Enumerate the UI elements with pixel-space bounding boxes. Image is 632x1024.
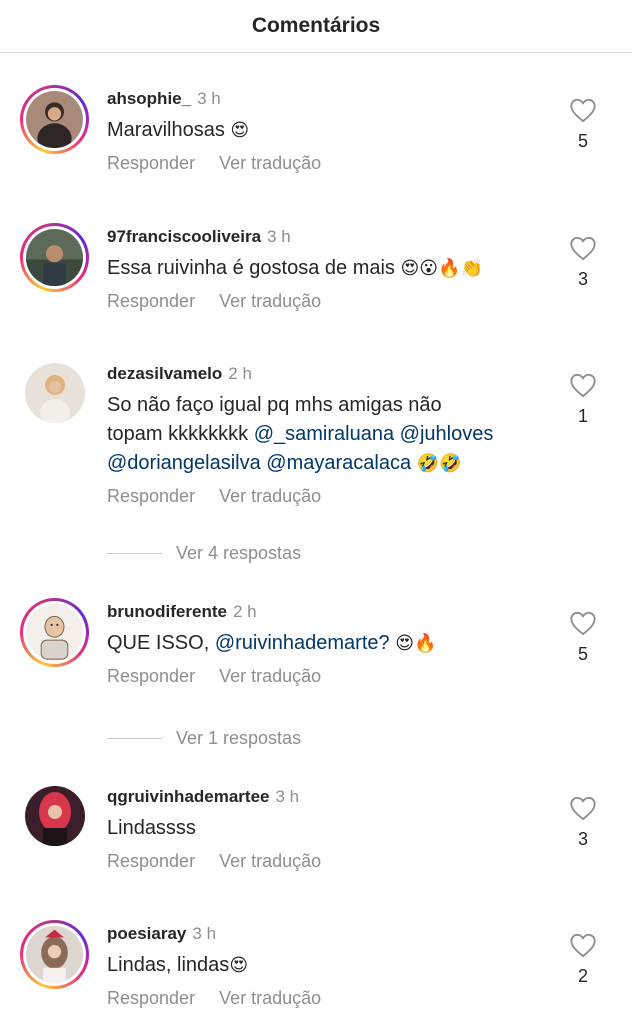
avatar[interactable] <box>20 781 89 850</box>
comment-username[interactable]: ahsophie_ <box>107 89 191 108</box>
avatar[interactable] <box>20 85 89 154</box>
like-count: 5 <box>577 644 588 664</box>
comment-username[interactable]: qgruivinhademartee <box>107 787 270 806</box>
comments-header: Comentários <box>0 0 632 53</box>
like-button[interactable]: 1 <box>568 372 598 427</box>
comment-username[interactable]: poesiaray <box>107 924 186 943</box>
like-button[interactable]: 5 <box>568 97 598 152</box>
translate-button[interactable]: Ver tradução <box>219 988 321 1008</box>
like-button[interactable]: 3 <box>568 235 598 290</box>
mention-link[interactable]: @_samiraluana <box>254 423 394 445</box>
heart-outline-icon <box>570 796 596 821</box>
avatar-image <box>24 362 85 423</box>
like-button[interactable]: 3 <box>568 795 598 850</box>
translate-button[interactable]: Ver tradução <box>219 666 321 686</box>
heart-outline-icon <box>570 98 596 123</box>
view-replies-button[interactable]: Ver 4 respostas <box>107 543 301 564</box>
translate-button[interactable]: Ver tradução <box>219 486 321 506</box>
heart-outline-icon <box>570 373 596 398</box>
heart-outline-icon <box>570 236 596 261</box>
comment-text: Lindas, lindas😍 <box>107 954 249 976</box>
avatar-image <box>24 785 85 846</box>
like-button[interactable]: 5 <box>568 610 598 665</box>
like-count: 3 <box>577 829 588 849</box>
replies-divider <box>107 738 162 739</box>
comment-text: Maravilhosas 😍 <box>107 119 250 141</box>
mention-link[interactable]: @juhloves <box>400 423 494 445</box>
comment-text: So não faço igual pq mhs amigas não topa… <box>107 394 494 474</box>
like-count: 5 <box>577 131 588 151</box>
comment-username[interactable]: brunodiferente <box>107 602 227 621</box>
like-count: 2 <box>577 966 588 986</box>
mention-link[interactable]: @mayaracalaca <box>266 452 411 474</box>
comment-username[interactable]: dezasilvamelo <box>107 364 222 383</box>
avatar[interactable] <box>20 223 89 292</box>
comment-time: 3 h <box>197 89 221 108</box>
avatar[interactable] <box>20 598 89 667</box>
avatar[interactable] <box>20 358 89 427</box>
reply-button[interactable]: Responder <box>107 153 195 173</box>
page-title: Comentários <box>251 14 381 37</box>
avatar-image <box>26 604 83 661</box>
mention-link[interactable]: @ruivinhademarte? <box>215 632 390 654</box>
comment-text: Lindassss <box>107 817 196 839</box>
replies-divider <box>107 553 162 554</box>
reply-button[interactable]: Responder <box>107 988 195 1008</box>
translate-button[interactable]: Ver tradução <box>219 153 321 173</box>
comment-text: Essa ruivinha é gostosa de mais 😍😮🔥👏 <box>107 257 483 279</box>
comment-time: 3 h <box>192 924 217 943</box>
comment-time: 3 h <box>267 227 291 246</box>
avatar-image <box>26 229 83 286</box>
like-button[interactable]: 2 <box>568 932 598 987</box>
heart-outline-icon <box>570 933 596 958</box>
comment-time: 2 h <box>228 364 252 383</box>
avatar[interactable] <box>20 920 89 989</box>
avatar-image <box>26 91 83 148</box>
like-count: 1 <box>577 406 588 426</box>
view-replies-button[interactable]: Ver 1 respostas <box>107 728 301 749</box>
heart-outline-icon <box>570 611 596 636</box>
like-count: 3 <box>577 269 588 289</box>
translate-button[interactable]: Ver tradução <box>219 291 321 311</box>
comment-time: 2 h <box>232 602 257 621</box>
mention-link[interactable]: @doriangelasilva <box>107 452 261 474</box>
comment-text: QUE ISSO, @ruivinhademarte? 😍🔥 <box>107 632 437 654</box>
comment-time: 3 h <box>275 787 300 806</box>
comment-username[interactable]: 97franciscooliveira <box>107 227 261 246</box>
reply-button[interactable]: Responder <box>107 291 195 311</box>
reply-button[interactable]: Responder <box>107 486 195 506</box>
reply-button[interactable]: Responder <box>107 666 195 686</box>
reply-button[interactable]: Responder <box>107 851 195 871</box>
translate-button[interactable]: Ver tradução <box>219 851 321 871</box>
avatar-image <box>26 926 83 983</box>
